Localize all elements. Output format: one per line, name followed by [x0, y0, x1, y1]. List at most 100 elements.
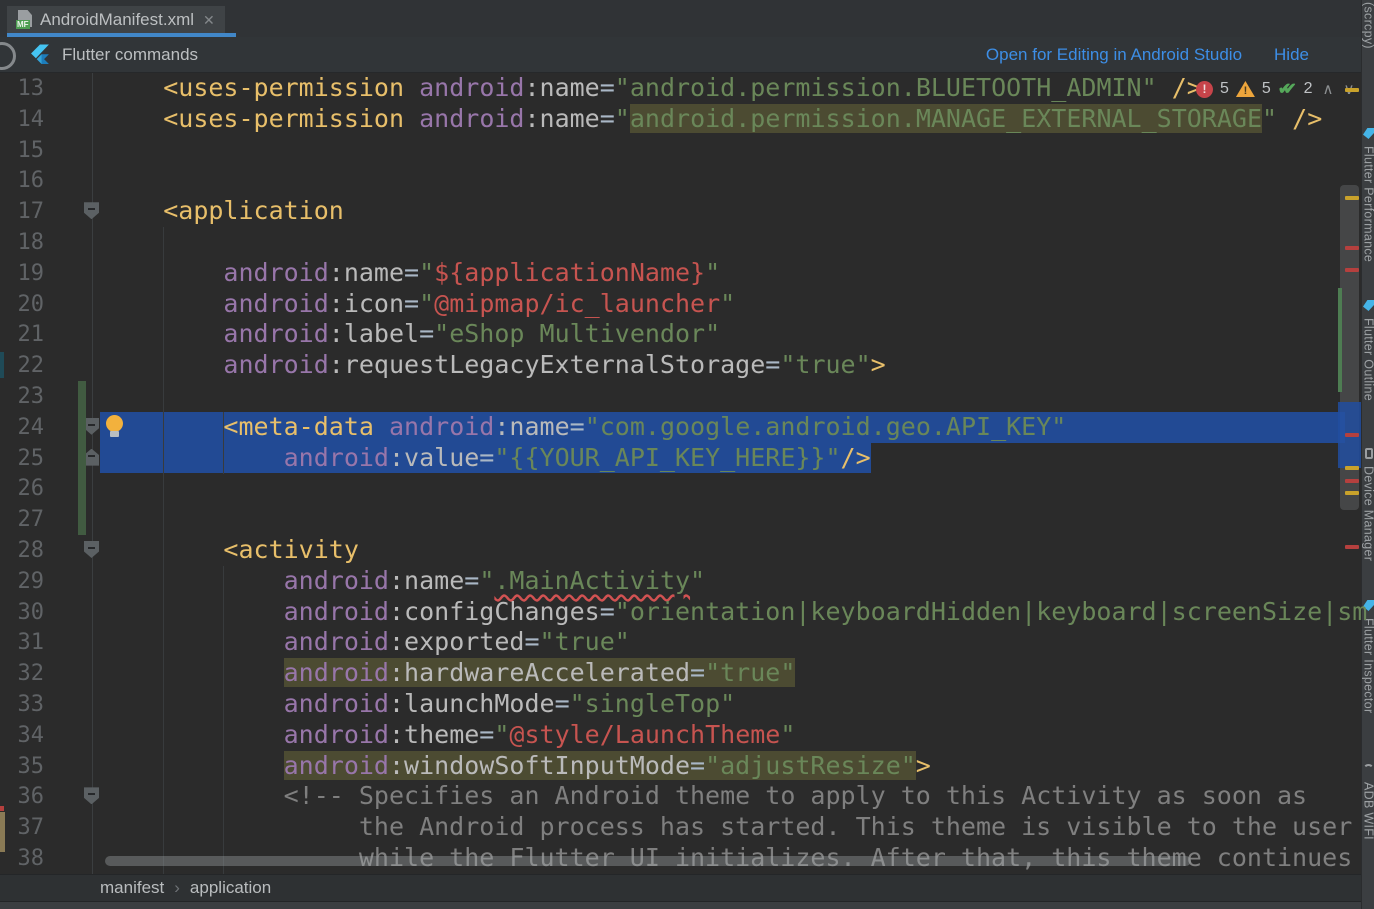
code-line[interactable]: 27: [0, 504, 1374, 535]
code-text[interactable]: android:value="{{YOUR_API_KEY_HERE}}"/>: [103, 443, 871, 474]
line-number[interactable]: 26: [0, 475, 44, 502]
line-number[interactable]: 18: [0, 229, 44, 256]
code-text[interactable]: android:theme="@style/LaunchTheme": [103, 720, 795, 751]
tool-window-button-flutter-outline[interactable]: Flutter Outline: [1362, 300, 1374, 401]
line-number[interactable]: 35: [0, 753, 44, 780]
stripe-warning-mark[interactable]: [1345, 196, 1359, 200]
previous-problem-icon[interactable]: ∧: [1323, 80, 1334, 98]
code-text[interactable]: <uses-permission android:name="android.p…: [103, 73, 1202, 104]
code-text[interactable]: the Android process has started. This th…: [103, 812, 1352, 843]
code-line[interactable]: 13 <uses-permission android:name="androi…: [0, 73, 1374, 104]
code-line[interactable]: 15: [0, 135, 1374, 166]
error-stripe-scrollbar[interactable]: [1338, 73, 1361, 874]
inspections-widget[interactable]: ! 5 ! 5 ✔✔ 2 ∧ ∨: [1196, 76, 1355, 102]
code-line[interactable]: 34 android:theme="@style/LaunchTheme": [0, 720, 1374, 751]
tool-window-button-adb-wifi[interactable]: ADB WIFI: [1362, 764, 1374, 840]
code-line[interactable]: 31 android:exported="true": [0, 627, 1374, 658]
line-number[interactable]: 38: [0, 845, 44, 872]
code-text[interactable]: <!-- Specifies an Android theme to apply…: [103, 781, 1307, 812]
intention-bulb-icon[interactable]: [106, 415, 123, 432]
tool-window-button-flutter-performance[interactable]: Flutter Performance: [1362, 128, 1374, 262]
code-line[interactable]: 18: [0, 227, 1374, 258]
line-number[interactable]: 19: [0, 260, 44, 287]
horizontal-scrollbar[interactable]: [105, 856, 1191, 866]
code-line[interactable]: 30 android:configChanges="orientation|ke…: [0, 597, 1374, 628]
stripe-error-mark[interactable]: [1345, 479, 1359, 483]
code-text[interactable]: <uses-permission android:name="android.p…: [103, 104, 1322, 135]
tool-window-button-device-manager[interactable]: Device Manager: [1362, 448, 1374, 561]
line-number[interactable]: 14: [0, 106, 44, 133]
code-line[interactable]: 36 <!-- Specifies an Android theme to ap…: [0, 781, 1374, 812]
fold-marker-icon[interactable]: [84, 787, 99, 804]
line-number[interactable]: 25: [0, 445, 44, 472]
line-number[interactable]: 33: [0, 691, 44, 718]
code-line[interactable]: 20 android:icon="@mipmap/ic_launcher": [0, 289, 1374, 320]
breadcrumb-application[interactable]: application: [190, 878, 271, 898]
line-number[interactable]: 13: [0, 75, 44, 102]
line-number[interactable]: 37: [0, 814, 44, 841]
code-text[interactable]: android:hardwareAccelerated="true": [103, 658, 795, 689]
line-number[interactable]: 24: [0, 414, 44, 441]
code-text[interactable]: <meta-data android:name="com.google.andr…: [103, 412, 1066, 443]
code-text[interactable]: android:icon="@mipmap/ic_launcher": [103, 289, 735, 320]
code-line[interactable]: 19 android:name="${applicationName}": [0, 258, 1374, 289]
stripe-warning-mark[interactable]: [1345, 88, 1359, 92]
line-number[interactable]: 21: [0, 321, 44, 348]
line-number[interactable]: 34: [0, 722, 44, 749]
line-number[interactable]: 31: [0, 629, 44, 656]
code-line[interactable]: 25 android:value="{{YOUR_API_KEY_HERE}}"…: [0, 443, 1374, 474]
stripe-error-mark[interactable]: [1345, 268, 1359, 272]
line-number[interactable]: 29: [0, 568, 44, 595]
code-line[interactable]: 22 android:requestLegacyExternalStorage=…: [0, 350, 1374, 381]
stripe-error-mark[interactable]: [1345, 433, 1359, 437]
tab-androidmanifest[interactable]: MF AndroidManifest.xml ✕: [7, 6, 225, 33]
code-text[interactable]: android:launchMode="singleTop": [103, 689, 735, 720]
line-number[interactable]: 17: [0, 198, 44, 225]
line-number[interactable]: 30: [0, 599, 44, 626]
code-line[interactable]: 21 android:label="eShop Multivendor": [0, 319, 1374, 350]
code-line[interactable]: 26: [0, 473, 1374, 504]
code-text[interactable]: android:exported="true": [103, 627, 630, 658]
stripe-warning-mark[interactable]: [1345, 466, 1359, 470]
line-number[interactable]: 20: [0, 291, 44, 318]
code-line[interactable]: 17 <application: [0, 196, 1374, 227]
code-line[interactable]: 33 android:launchMode="singleTop": [0, 689, 1374, 720]
line-number[interactable]: 28: [0, 537, 44, 564]
code-line[interactable]: 23: [0, 381, 1374, 412]
code-text[interactable]: android:configChanges="orientation|keybo…: [103, 597, 1367, 628]
line-number[interactable]: 22: [0, 352, 44, 379]
line-number[interactable]: 36: [0, 783, 44, 810]
line-number[interactable]: 32: [0, 660, 44, 687]
line-number[interactable]: 23: [0, 383, 44, 410]
code-text[interactable]: android:label="eShop Multivendor": [103, 319, 720, 350]
tab-close-icon[interactable]: ✕: [203, 13, 215, 27]
code-line[interactable]: 37 the Android process has started. This…: [0, 812, 1374, 843]
hide-banner-link[interactable]: Hide: [1274, 45, 1309, 65]
fold-marker-icon[interactable]: [84, 418, 99, 435]
fold-marker-icon[interactable]: [84, 202, 99, 219]
code-text[interactable]: android:name=".MainActivity": [103, 566, 705, 597]
line-number[interactable]: 16: [0, 167, 44, 194]
code-line[interactable]: 14 <uses-permission android:name="androi…: [0, 104, 1374, 135]
code-line[interactable]: 35 android:windowSoftInputMode="adjustRe…: [0, 751, 1374, 782]
code-text[interactable]: android:windowSoftInputMode="adjustResiz…: [103, 751, 931, 782]
code-text[interactable]: android:requestLegacyExternalStorage="tr…: [103, 350, 886, 381]
code-line[interactable]: 28 <activity: [0, 535, 1374, 566]
code-text[interactable]: android:name="${applicationName}": [103, 258, 720, 289]
code-line[interactable]: 16: [0, 165, 1374, 196]
fold-marker-icon[interactable]: [84, 541, 99, 558]
line-number[interactable]: 15: [0, 137, 44, 164]
code-line[interactable]: 32 android:hardwareAccelerated="true": [0, 658, 1374, 689]
code-editor[interactable]: 13 <uses-permission android:name="androi…: [0, 73, 1374, 874]
stripe-error-mark[interactable]: [1345, 246, 1359, 250]
code-line[interactable]: 24 <meta-data android:name="com.google.a…: [0, 412, 1374, 443]
code-text[interactable]: <activity: [103, 535, 359, 566]
tool-window-button--scrcpy-[interactable]: (scrcpy): [1362, 0, 1374, 49]
breadcrumb-manifest[interactable]: manifest: [100, 878, 164, 898]
stripe-warning-mark[interactable]: [1345, 491, 1359, 495]
code-text[interactable]: <application: [103, 196, 344, 227]
code-line[interactable]: 29 android:name=".MainActivity": [0, 566, 1374, 597]
fold-marker-icon[interactable]: [84, 449, 99, 466]
stripe-error-mark[interactable]: [1345, 545, 1359, 549]
open-in-android-studio-link[interactable]: Open for Editing in Android Studio: [986, 45, 1242, 65]
